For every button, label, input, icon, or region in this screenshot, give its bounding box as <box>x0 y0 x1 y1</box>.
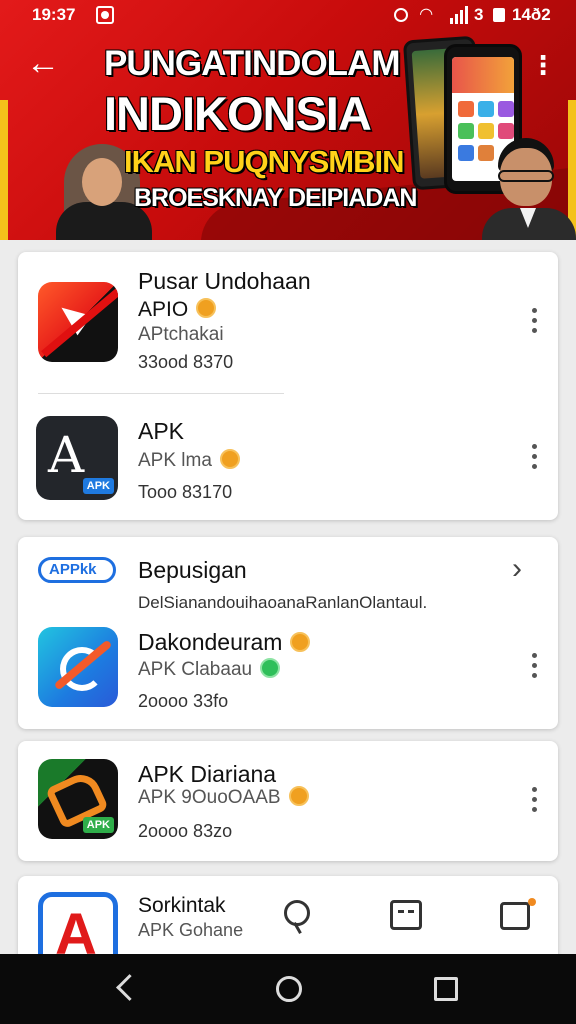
app-subtitle-text: APK Clabaau <box>138 659 253 680</box>
app-screen: 19:37 ◠ 3 14ð2 ← PUNGATINDOLAM INDIKONSI… <box>0 0 576 1024</box>
status-time: 19:37 <box>32 5 76 24</box>
app-subtitle: APK 9OuoOAAB <box>138 785 309 809</box>
app-size: 2oooo 33fo <box>138 691 229 711</box>
section-description: DelSianandouihaoanaRanlanOlantaul. <box>138 593 428 612</box>
app-title: Sorkintak <box>138 894 226 917</box>
app-title: Dakondeuram <box>138 629 311 656</box>
app-subtitle: APK Clabaau <box>138 657 281 681</box>
more-options-icon[interactable] <box>524 651 544 681</box>
signal-icon <box>450 6 468 24</box>
banner-headline-4: BROESKNAY DEIPIADAN <box>134 184 417 212</box>
app-subtitle: APK lma <box>138 448 240 472</box>
app-title: APK Diariana <box>138 761 277 787</box>
app-card[interactable]: APK APK Diariana APK 9OuoOAAB 2oooo 83zo <box>18 741 558 861</box>
app-list-card: Pusar Undohaan APIO APtchakai 33ood 8370… <box>18 252 558 520</box>
app-size: 2oooo 83zo <box>138 821 233 841</box>
app-subtitle: APIO <box>138 298 217 322</box>
more-options-icon[interactable] <box>524 306 544 336</box>
banner-gold-stripe-left <box>0 100 8 240</box>
wifi-icon: ◠ <box>420 6 433 23</box>
black-a-app-icon[interactable]: A APK <box>36 416 118 500</box>
list-item[interactable]: Pusar Undohaan APIO APtchakai 33ood 8370 <box>18 252 558 392</box>
more-options-icon[interactable] <box>524 785 544 815</box>
banner-headline-3: IKAN PUQNYSMBIN <box>124 144 405 179</box>
more-options-icon[interactable] <box>524 442 544 472</box>
verified-badge-icon <box>290 631 311 652</box>
blue-gradient-app-icon[interactable] <box>38 627 118 707</box>
status-battery-text: 14ð2 <box>512 5 551 24</box>
battery-icon <box>493 8 505 22</box>
status-network-label: 3 <box>474 5 484 24</box>
brand-logo: APPkk <box>38 557 116 583</box>
app-subtitle-text: APIO <box>138 298 189 321</box>
back-arrow-icon[interactable]: ← <box>26 46 60 80</box>
verified-badge-icon <box>196 298 217 319</box>
system-nav-bar <box>0 954 576 1024</box>
section-title[interactable]: Bepusigan <box>138 557 247 584</box>
search-icon[interactable] <box>280 898 316 934</box>
man-portrait <box>480 138 576 240</box>
notice-icon[interactable] <box>498 898 536 934</box>
chat-icon[interactable] <box>388 898 424 934</box>
alarm-icon <box>394 8 408 22</box>
orange-arrow-app-icon[interactable] <box>38 282 118 362</box>
app-size: Tooo 83170 <box>138 482 233 502</box>
list-item[interactable]: A APK APK APK lma Tooo 83170 <box>18 394 558 520</box>
chevron-right-icon[interactable]: › <box>512 554 536 585</box>
gallery-notification-icon <box>96 6 114 24</box>
nav-recents-icon[interactable] <box>434 977 458 1001</box>
banner-headline-1: PUNGATINDOLAM <box>104 44 400 83</box>
banner-headline-2: INDIKONSIA <box>104 87 372 140</box>
more-vertical-icon[interactable]: ⋮ <box>530 50 556 82</box>
app-developer: APtchakai <box>138 324 224 345</box>
app-size: 33ood 8370 <box>138 352 234 372</box>
app-subtitle-text: APK lma <box>138 450 212 471</box>
nav-home-icon[interactable] <box>276 976 302 1002</box>
verified-badge-icon <box>288 785 309 806</box>
app-subtitle-text: APK 9OuoOAAB <box>138 787 281 808</box>
promo-banner[interactable]: 19:37 ◠ 3 14ð2 ← PUNGATINDOLAM INDIKONSI… <box>0 0 576 240</box>
app-title: Pusar Undohaan <box>138 268 311 294</box>
app-subtitle: APK Gohane <box>138 920 244 940</box>
section-card: APPkk Bepusigan › DelSianandouihaoanaRan… <box>18 537 558 729</box>
green-badge-icon <box>260 657 281 678</box>
green-black-app-icon[interactable]: APK <box>38 759 118 839</box>
app-title: APK <box>138 418 185 444</box>
list-item[interactable]: Dakondeuram APK Clabaau 2oooo 33fo <box>18 617 558 729</box>
nav-back-icon[interactable] <box>118 976 140 1002</box>
app-title-text: Dakondeuram <box>138 629 283 655</box>
verified-badge-icon <box>219 448 240 469</box>
status-bar: 19:37 ◠ 3 14ð2 <box>0 0 576 30</box>
